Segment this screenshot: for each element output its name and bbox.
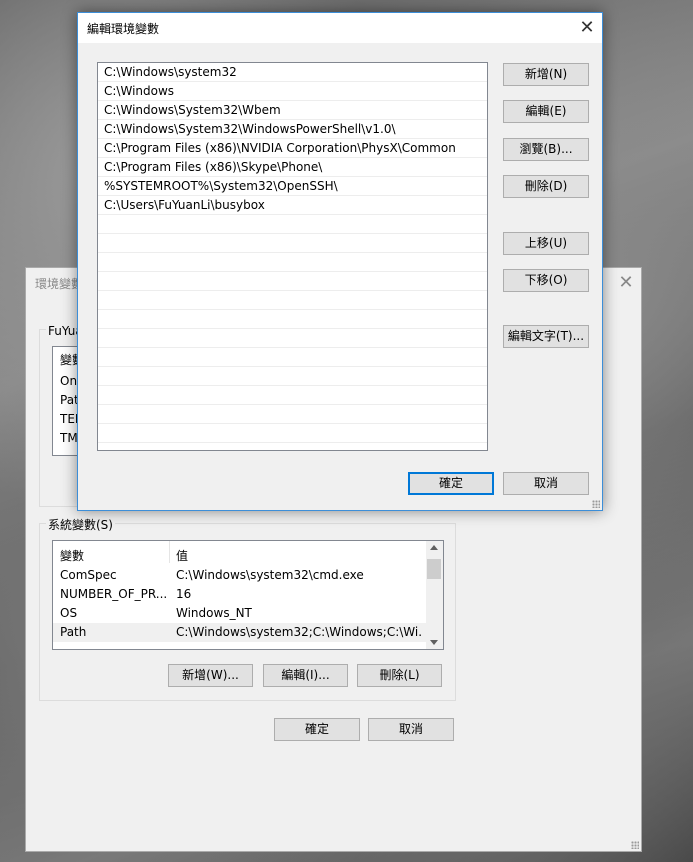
move-down-button[interactable]: 下移(O) [503, 269, 589, 292]
browse-button[interactable]: 瀏覽(B)... [503, 138, 589, 161]
ok-button[interactable]: 確定 [408, 472, 494, 495]
system-variables-list[interactable]: 變數 值 ComSpec C:\Windows\system32\cmd.exe… [52, 540, 444, 650]
empty-row[interactable] [98, 424, 487, 443]
empty-row[interactable] [98, 310, 487, 329]
row-value: 16 [176, 587, 192, 601]
empty-row[interactable] [98, 215, 487, 234]
list-item[interactable]: %SYSTEMROOT%\System32\OpenSSH\ [98, 177, 487, 196]
list-item[interactable]: C:\Windows\System32\Wbem [98, 101, 487, 120]
table-row[interactable]: ComSpec C:\Windows\system32\cmd.exe [53, 566, 426, 585]
system-new-button[interactable]: 新增(W)... [168, 664, 253, 687]
table-row[interactable]: OS Windows_NT [53, 604, 426, 623]
move-up-button[interactable]: 上移(U) [503, 232, 589, 255]
edit-button[interactable]: 編輯(E) [503, 100, 589, 123]
title-bar[interactable]: 編輯環境變數 ✕ [78, 13, 602, 43]
resize-grip-icon[interactable] [631, 841, 639, 849]
vertical-scrollbar[interactable] [426, 541, 443, 649]
column-header-variable[interactable]: 變數 [60, 547, 165, 564]
list-item[interactable]: C:\Windows [98, 82, 487, 101]
close-icon: ✕ [618, 272, 634, 293]
empty-row[interactable] [98, 405, 487, 424]
empty-row[interactable] [98, 253, 487, 272]
ok-button[interactable]: 確定 [274, 718, 360, 741]
close-button[interactable]: ✕ [611, 268, 641, 298]
row-variable: Path [60, 625, 87, 639]
empty-row[interactable] [98, 386, 487, 405]
list-item[interactable]: C:\Program Files (x86)\NVIDIA Corporatio… [98, 139, 487, 158]
list-item[interactable]: C:\Users\FuYuanLi\busybox [98, 196, 487, 215]
row-value: Windows_NT [176, 606, 252, 620]
cancel-button[interactable]: 取消 [368, 718, 454, 741]
column-divider [169, 541, 170, 563]
list-item[interactable]: C:\Windows\system32 [98, 63, 487, 82]
system-delete-button[interactable]: 刪除(L) [357, 664, 442, 687]
empty-row[interactable] [98, 272, 487, 291]
edit-text-button[interactable]: 編輯文字(T)... [503, 325, 589, 348]
row-value: C:\Windows\system32\cmd.exe [176, 568, 364, 582]
scroll-up-icon[interactable] [430, 545, 438, 550]
empty-row[interactable] [98, 329, 487, 348]
row-variable: OS [60, 606, 78, 620]
table-row-selected[interactable]: Path C:\Windows\system32;C:\Windows;C:\W… [53, 623, 426, 642]
dialog-title: 環境變數 [35, 277, 84, 291]
row-variable: ComSpec [60, 568, 117, 582]
resize-grip-icon[interactable] [592, 500, 600, 508]
system-variables-label: 系統變數(S) [46, 516, 115, 533]
cancel-button[interactable]: 取消 [503, 472, 589, 495]
close-icon: ✕ [579, 17, 595, 38]
empty-row[interactable] [98, 348, 487, 367]
table-row[interactable]: NUMBER_OF_PR... 16 [53, 585, 426, 604]
close-button[interactable]: ✕ [572, 13, 602, 43]
row-value: C:\Windows\system32;C:\Windows;C:\Wi... [176, 625, 422, 639]
system-edit-button[interactable]: 編輯(I)... [263, 664, 348, 687]
scroll-thumb[interactable] [427, 559, 441, 579]
path-list[interactable]: C:\Windows\system32 C:\Windows C:\Window… [97, 62, 488, 451]
delete-button[interactable]: 刪除(D) [503, 175, 589, 198]
column-header-value[interactable]: 值 [176, 547, 188, 564]
empty-row[interactable] [98, 234, 487, 253]
empty-row[interactable] [98, 291, 487, 310]
row-variable: NUMBER_OF_PR... [60, 587, 166, 601]
list-item[interactable]: C:\Program Files (x86)\Skype\Phone\ [98, 158, 487, 177]
edit-environment-variable-dialog: 編輯環境變數 ✕ C:\Windows\system32 C:\Windows … [77, 12, 603, 511]
new-button[interactable]: 新增(N) [503, 63, 589, 86]
dialog-title: 編輯環境變數 [87, 22, 160, 36]
list-item[interactable]: C:\Windows\System32\WindowsPowerShell\v1… [98, 120, 487, 139]
system-variables-group: 系統變數(S) 變數 值 ComSpec C:\Windows\system32… [39, 516, 456, 701]
empty-row[interactable] [98, 367, 487, 386]
scroll-down-icon[interactable] [430, 640, 438, 645]
